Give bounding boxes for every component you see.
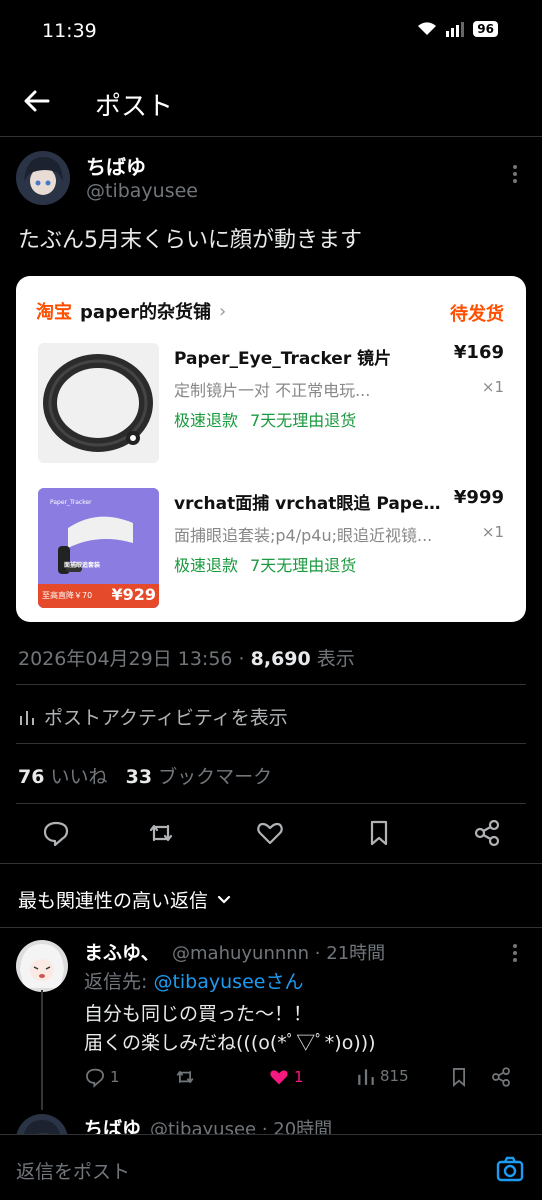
signal-icon [446,22,465,37]
shop-name: paper的杂货铺 [80,302,212,323]
share-icon[interactable] [490,1066,512,1088]
product-image-eye-tracker [38,343,159,463]
like-label: いいね [44,766,108,788]
analytics-icon [20,710,34,725]
reply-repost-action[interactable] [174,1066,196,1088]
tag-return: 7天无理由退货 [250,411,357,430]
status-icons: 96 [417,21,498,37]
more-options-icon[interactable] [505,943,525,963]
reply-to: 返信先: @tibayuseeさん [84,967,303,994]
bookmark-icon[interactable] [448,1066,470,1088]
battery-indicator: 96 [473,21,498,37]
reply-icon [86,1068,104,1088]
chevron-down-icon [217,895,231,904]
image-caption: 面捕眼追套装 [64,562,101,569]
counts-divider [16,803,526,804]
sort-divider [0,927,542,928]
activity-label: ポストアクティビティを表示 [44,707,288,729]
product-price: ¥169 [453,342,504,363]
reply-text-line-2: 届くの楽しみだね(((o(*ﾟ▽ﾟ*)o))) [84,1032,376,1054]
engagement-counts: 76 いいね 33 ブックマーク [18,762,272,789]
post-text: たぶん5月末くらいに顔が動きます [18,228,362,253]
order-status: 待发货 [450,304,504,325]
post-timestamp: 2026年04月29日 13:56 · [18,648,251,670]
repost-icon [176,1070,194,1084]
share-icon[interactable] [472,818,502,848]
reply-composer[interactable]: 返信をポスト [0,1134,542,1200]
reply-like-count: 1 [294,1068,304,1086]
author-name[interactable]: ちばゆ [86,151,146,180]
image-price: ¥929 [111,585,156,604]
tag-fast-refund: 极速退款 [174,411,239,430]
back-arrow-icon[interactable] [22,86,52,116]
like-icon[interactable] [255,818,285,848]
image-brand: Paper_Tracker [50,499,92,506]
product-spec: 面捕眼追套装;p4/p4u;眼追近视镜... [174,526,433,545]
product-spec: 定制镜片一对 不正常电玩... [174,381,371,400]
reply-text-line-1: 自分も同じの買った〜！！ [84,1003,313,1025]
reply-to-user[interactable]: @tibayuseeさん [153,971,303,993]
actions-divider [0,863,542,864]
reply-view-count: 815 [380,1067,409,1085]
sort-label: 最も関連性の高い返信 [18,890,209,912]
reply-to-prefix: 返信先: [84,971,154,993]
shop-row: 淘宝 paper的杂货铺 › [36,298,226,324]
author-avatar[interactable] [16,151,70,205]
activity-divider [16,743,526,744]
bookmark-label: ブックマーク [152,766,273,788]
chevron-right-icon: › [219,300,227,322]
reply-like-action[interactable]: 1 [268,1066,304,1088]
page-title: ポスト [95,92,174,122]
heart-filled-icon [270,1070,288,1085]
analytics-icon [358,1069,374,1085]
taobao-logo: 淘宝 [36,302,72,323]
order-card-image[interactable]: 淘宝 paper的杂货铺 › 待发货 Paper_Eye_Tracker 镜片 … [16,276,526,622]
product-price: ¥999 [453,487,504,508]
status-time: 11:39 [42,20,97,42]
reply-avatar[interactable] [16,940,68,992]
view-count: 8,690 [250,648,311,670]
meta-divider [16,684,526,685]
author-handle[interactable]: @tibayusee [86,180,198,202]
product-image-face-tracker: Paper_Tracker 面捕眼追套装 至高直降￥70 ¥929 [38,488,159,608]
product-title: Paper_Eye_Tracker 镜片 [174,349,392,369]
post-activity-link[interactable]: ポストアクティビティを表示 [18,703,288,730]
thread-line [41,990,43,1110]
tag-return: 7天无理由退货 [250,556,357,575]
reply-views-action[interactable]: 815 [356,1066,409,1086]
tag-fast-refund: 极速退款 [174,556,239,575]
product-quantity: ×1 [481,378,504,396]
reply-reply-action[interactable]: 1 [84,1066,120,1088]
more-options-icon[interactable] [505,164,525,184]
bookmark-count[interactable]: 33 [126,766,152,788]
reply-author-name[interactable]: まふゆ、 [84,938,160,965]
reply-count: 1 [110,1068,120,1086]
repost-icon[interactable] [146,818,176,848]
product-title: vrchat面捕 vrchat眼追 Paper_Eye_Tracker [174,494,444,514]
product-tags: 极速退款 7天无理由退货 [174,407,356,431]
camera-icon[interactable] [496,1155,524,1183]
header-divider [0,136,542,137]
post-meta: 2026年04月29日 13:56 · 8,690 表示 [18,644,355,671]
like-count[interactable]: 76 [18,766,44,788]
reply-author-handle[interactable]: @mahuyunnnn · 21時間 [172,939,385,965]
reply-sort-selector[interactable]: 最も関連性の高い返信 [18,886,232,913]
reply-input-placeholder[interactable]: 返信をポスト [16,1157,130,1184]
product-quantity: ×1 [481,523,504,541]
view-label: 表示 [310,648,355,670]
wifi-icon [418,22,437,35]
product-tags: 极速退款 7天无理由退货 [174,552,356,576]
reply-icon[interactable] [41,818,71,848]
image-discount: 至高直降￥70 [42,591,93,600]
bookmark-icon[interactable] [364,818,394,848]
